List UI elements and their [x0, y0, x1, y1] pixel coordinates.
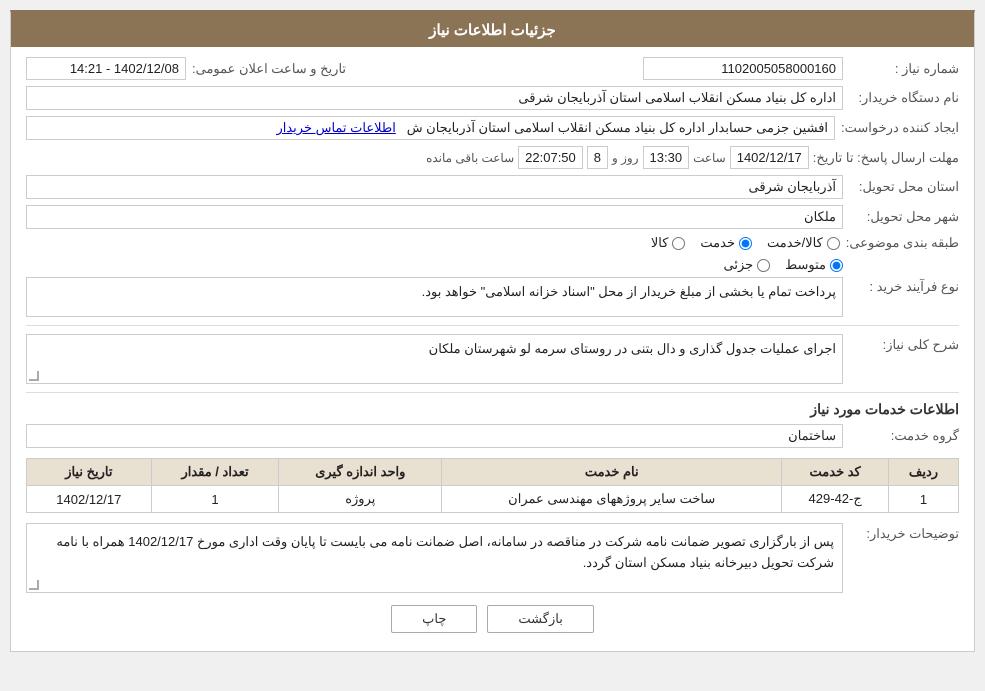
buyer-name-label: نام دستگاه خریدار: [849, 90, 959, 106]
col-qty: تعداد / مقدار [151, 459, 279, 486]
service-group-label: گروه خدمت: [849, 428, 959, 444]
deadline-remaining: 22:07:50 [518, 146, 583, 169]
creator-label: ایجاد کننده درخواست: [841, 120, 959, 136]
services-table-section: ردیف کد خدمت نام خدمت واحد اندازه گیری ت… [26, 458, 959, 513]
creator-value: افشین جزمی حسابدار اداره کل بنیاد مسکن ا… [26, 116, 835, 140]
col-row: ردیف [888, 459, 958, 486]
process-radio-group: متوسط جزئی [26, 257, 843, 273]
print-button[interactable]: چاپ [391, 605, 477, 633]
category-kala[interactable]: کالا [651, 235, 686, 251]
need-number-value: 1102005058000160 [643, 57, 843, 80]
services-table: ردیف کد خدمت نام خدمت واحد اندازه گیری ت… [26, 458, 959, 513]
service-group-value: ساختمان [26, 424, 843, 448]
process-notice: پرداخت تمام یا بخشی از مبلغ خریدار از مح… [26, 277, 843, 317]
divider-2 [26, 392, 959, 393]
cell-name: ساخت سایر پروژههای مهندسی عمران [442, 486, 782, 513]
city-label: شهر محل تحویل: [849, 209, 959, 225]
need-number-label: شماره نیاز : [849, 61, 959, 77]
services-title: اطلاعات خدمات مورد نیاز [26, 401, 959, 418]
category-kala-khedmat[interactable]: کالا/خدمت [767, 235, 840, 251]
category-label: طبقه بندی موضوعی: [846, 235, 959, 251]
bottom-buttons: بازگشت چاپ [26, 605, 959, 633]
process-motavaset[interactable]: متوسط [785, 257, 843, 273]
buyer-name-value: اداره کل بنیاد مسکن انقلاب اسلامی استان … [26, 86, 843, 110]
deadline-time: 13:30 [643, 146, 690, 169]
col-date: تاریخ نیاز [27, 459, 152, 486]
deadline-remaining-label: ساعت باقی مانده [426, 151, 514, 165]
deadline-day: 8 [587, 146, 608, 169]
deadline-time-label: ساعت [693, 151, 726, 165]
cell-code: ج-42-429 [782, 486, 889, 513]
col-name: نام خدمت [442, 459, 782, 486]
process-jozi[interactable]: جزئی [723, 257, 770, 273]
cell-unit: پروژه [279, 486, 442, 513]
category-radio-group: کالا/خدمت خدمت کالا [651, 235, 840, 251]
table-row: 1 ج-42-429 ساخت سایر پروژههای مهندسی عمر… [27, 486, 959, 513]
buyer-notes-value: پس از بارگزاری تصویر ضمانت نامه شرکت در … [26, 523, 843, 593]
deadline-day-label: روز و [612, 151, 639, 165]
city-value: ملکان [26, 205, 843, 229]
process-label: نوع فرآیند خرید : [849, 279, 959, 295]
back-button[interactable]: بازگشت [487, 605, 593, 633]
general-desc-value: اجرای عملیات جدول گذاری و دال بتنی در رو… [26, 334, 843, 384]
category-khedmat[interactable]: خدمت [700, 235, 752, 251]
deadline-label: مهلت ارسال پاسخ: تا تاریخ: [813, 150, 959, 166]
cell-row: 1 [888, 486, 958, 513]
province-value: آذربایجان شرقی [26, 175, 843, 199]
col-unit: واحد اندازه گیری [279, 459, 442, 486]
announcement-value: 1402/12/08 - 14:21 [26, 57, 186, 80]
col-code: کد خدمت [782, 459, 889, 486]
deadline-date: 1402/12/17 [730, 146, 809, 169]
page-title: جزئیات اطلاعات نیاز [11, 13, 974, 47]
cell-qty: 1 [151, 486, 279, 513]
general-desc-label: شرح کلی نیاز: [849, 334, 959, 353]
divider-1 [26, 325, 959, 326]
buyer-notes-label: توضیحات خریدار: [849, 523, 959, 542]
cell-date: 1402/12/17 [27, 486, 152, 513]
province-label: استان محل تحویل: [849, 179, 959, 195]
announcement-label: تاریخ و ساعت اعلان عمومی: [192, 61, 346, 77]
contact-link[interactable]: اطلاعات تماس خریدار [276, 120, 395, 135]
